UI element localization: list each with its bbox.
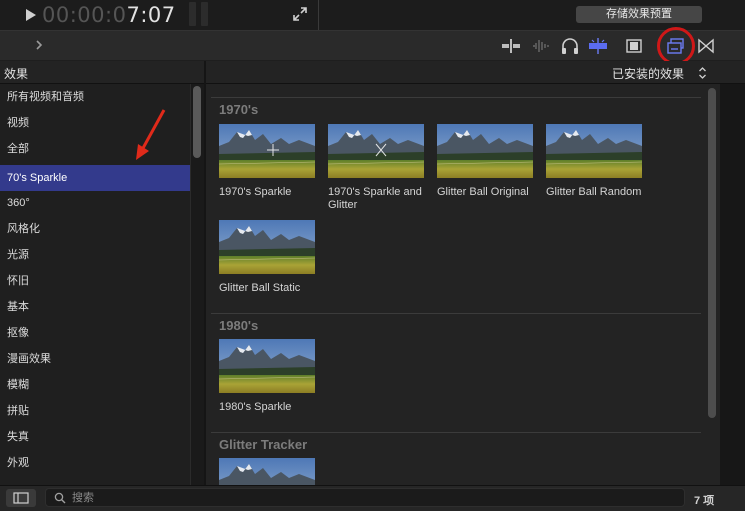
effect-thumbnail-glitter-tracker[interactable] xyxy=(219,458,315,485)
effects-grid-scrollbar[interactable] xyxy=(708,88,716,418)
effect-label: 1980's Sparkle xyxy=(219,401,292,413)
effects-category-sidebar: 所有视频和音频 视频 全部 70's Sparkle 360° 风格化 光源 怀… xyxy=(0,84,204,485)
sidebar-item-keying[interactable]: 抠像 xyxy=(0,320,190,346)
audio-waveform-icon[interactable] xyxy=(531,37,551,55)
headphones-icon[interactable] xyxy=(560,37,580,55)
effect-label: Glitter Ball Random xyxy=(546,186,642,198)
section-divider xyxy=(211,432,701,433)
effect-thumbnail-glitter-ball-static[interactable] xyxy=(219,220,315,274)
section-header-1970s: 1970's xyxy=(219,102,259,117)
filmstrip-icon[interactable] xyxy=(624,37,644,55)
window-edge xyxy=(720,84,745,485)
search-field[interactable] xyxy=(45,488,685,507)
browser-footer: 7 项 xyxy=(0,485,745,511)
section-header-glitter-tracker: Glitter Tracker xyxy=(219,437,308,452)
landscape-thumbnail-image xyxy=(219,339,315,393)
browser-header: 效果 已安装的效果 xyxy=(0,61,745,84)
landscape-thumbnail-image xyxy=(219,124,315,178)
effect-thumbnail-1970s-sparkle[interactable] xyxy=(219,124,315,178)
play-icon[interactable] xyxy=(26,9,36,21)
sidebar-item-nostalgia[interactable]: 怀旧 xyxy=(0,268,190,294)
sidebar-toggle-button[interactable] xyxy=(6,489,36,507)
section-divider xyxy=(211,97,701,98)
sidebar-item-light[interactable]: 光源 xyxy=(0,242,190,268)
section-divider xyxy=(211,313,701,314)
landscape-thumbnail-image xyxy=(328,124,424,178)
effect-thumbnail-glitter-ball-random[interactable] xyxy=(546,124,642,178)
landscape-thumbnail-image xyxy=(437,124,533,178)
playback-bar: 00:00:07:07 存储效果预置 xyxy=(0,0,745,30)
landscape-thumbnail-image xyxy=(219,220,315,274)
sidebar-item-tiling[interactable]: 拼贴 xyxy=(0,398,190,424)
sidebar-item-basics[interactable]: 基本 xyxy=(0,294,190,320)
fullscreen-icon[interactable] xyxy=(292,6,308,22)
sidebar-item-distortion[interactable]: 失真 xyxy=(0,424,190,450)
effect-thumbnail-1970s-sparkle-and-glitter[interactable] xyxy=(328,124,424,178)
timecode: 00:00:07:07 xyxy=(42,3,176,27)
effect-label: 1970's Sparkle and Glitter xyxy=(328,186,422,211)
save-effects-preset-button[interactable]: 存储效果预置 xyxy=(576,6,702,23)
transitions-icon[interactable] xyxy=(696,37,716,55)
divider xyxy=(318,0,319,30)
installed-effects-dropdown[interactable]: 已安装的效果 xyxy=(612,65,684,82)
chevron-right-icon[interactable] xyxy=(34,38,44,52)
section-header-1980s: 1980's xyxy=(219,318,259,333)
sidebar-item-70s-sparkle[interactable]: 70's Sparkle xyxy=(0,165,190,191)
sidebar-item-looks[interactable]: 外观 xyxy=(0,450,190,476)
effect-label: Glitter Ball Static xyxy=(219,282,301,294)
up-down-icon[interactable] xyxy=(698,66,707,80)
annotation-arrow xyxy=(136,109,166,160)
toolbar xyxy=(0,30,745,60)
item-count: 7 项 xyxy=(694,495,715,507)
skimming-icon[interactable] xyxy=(588,37,608,55)
pause-icon xyxy=(189,2,211,26)
annotation-circle xyxy=(657,27,695,65)
sidebar-item-blur[interactable]: 模糊 xyxy=(0,372,190,398)
landscape-thumbnail-image xyxy=(219,458,315,485)
sidebar-item-360[interactable]: 360° xyxy=(0,190,190,216)
sidebar-toggle-icon xyxy=(13,492,29,504)
sidebar-item-comic-looks[interactable]: 漫画效果 xyxy=(0,346,190,372)
landscape-thumbnail-image xyxy=(546,124,642,178)
effects-title: 效果 xyxy=(4,67,29,81)
effect-label: Glitter Ball Original xyxy=(437,186,529,198)
sidebar-scrollbar[interactable] xyxy=(193,86,201,158)
sidebar-item-stylize[interactable]: 风格化 xyxy=(0,216,190,242)
search-icon xyxy=(54,492,66,504)
effect-thumbnail-1980s-sparkle[interactable] xyxy=(219,339,315,393)
effect-thumbnail-glitter-ball-original[interactable] xyxy=(437,124,533,178)
effect-label: 1970's Sparkle xyxy=(219,186,292,198)
video-audio-split-icon[interactable] xyxy=(501,37,521,55)
search-input[interactable] xyxy=(72,490,672,506)
